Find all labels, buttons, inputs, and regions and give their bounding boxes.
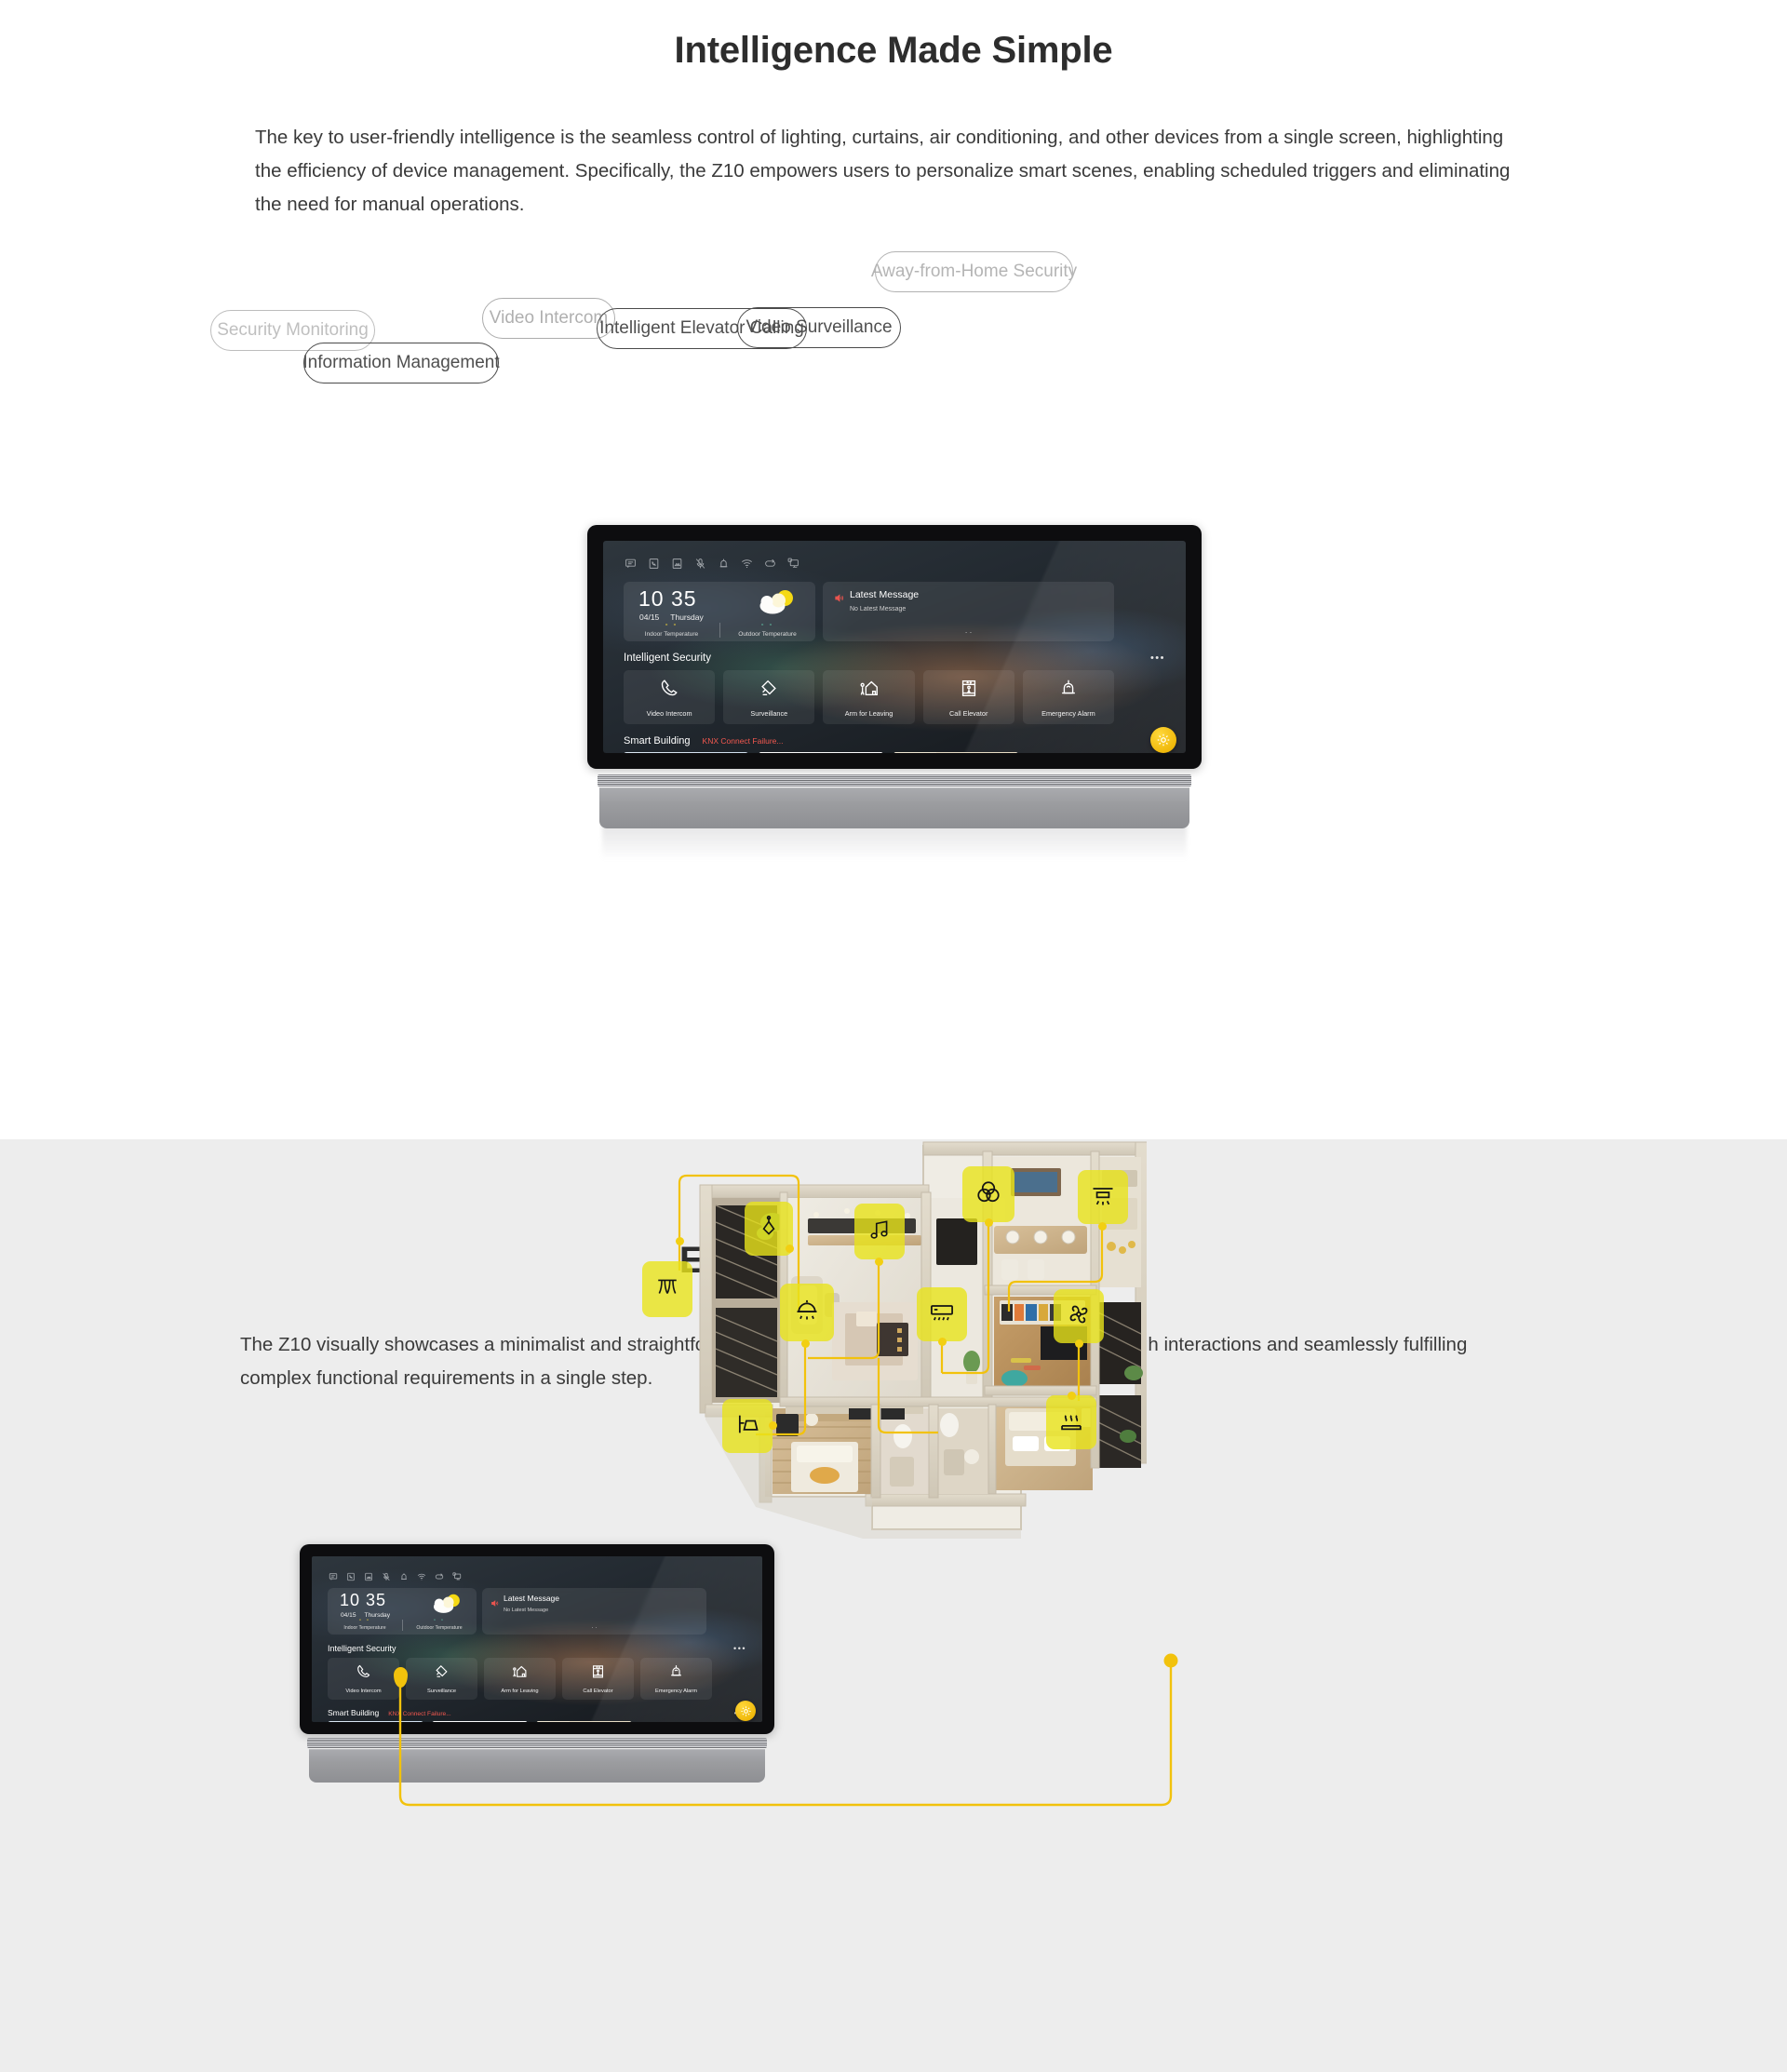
status-bar [625, 558, 799, 574]
house-person-icon [859, 678, 880, 703]
pill-label: Video Surveillance [746, 317, 893, 337]
marker-dot [786, 1245, 794, 1253]
gear-icon[interactable] [1150, 727, 1176, 753]
call-record-icon[interactable] [648, 558, 660, 574]
marker-air-conditioner[interactable] [917, 1287, 967, 1341]
marker-dot [769, 1421, 777, 1430]
pendant-lamp-icon [757, 1215, 781, 1244]
section-description: The key to user-friendly intelligence is… [255, 127, 1511, 215]
marker-fan[interactable] [1054, 1289, 1104, 1343]
latest-message-card[interactable]: Latest Message No Latest Message · · [823, 582, 1114, 641]
wifi-icon[interactable] [741, 558, 753, 574]
outdoor-temp-label: Outdoor Temperature [738, 631, 797, 638]
cctv-camera-icon [759, 678, 779, 703]
marker-dot [875, 1258, 883, 1266]
message-pager-dots[interactable]: · · [823, 628, 1114, 637]
clock-weather-card[interactable]: 10 35 04/15 Thursday - - Indoor Temperat… [624, 582, 815, 641]
marker-color-lights[interactable] [962, 1166, 1014, 1222]
pill-video-surveillance[interactable]: Video Surveillance [737, 307, 901, 348]
tile-label: Surveillance [750, 708, 788, 718]
music-note-icon [867, 1218, 892, 1246]
pill-label: Video Intercom [489, 308, 609, 328]
device-stand-base [599, 787, 1189, 828]
tile-emergency-alarm[interactable]: Emergency Alarm [1022, 670, 1115, 724]
pill-away-from-home-security[interactable]: Away-from-Home Security [871, 251, 1077, 292]
monitor-icon[interactable] [787, 558, 799, 574]
device-scene-card[interactable] [759, 752, 883, 753]
marker-dot [1075, 1339, 1083, 1348]
air-conditioner-icon [929, 1299, 955, 1330]
tile-call-elevator[interactable]: Call Elevator [922, 670, 1014, 724]
pill-security-monitoring[interactable]: Security Monitoring [210, 310, 375, 351]
tile-label: Call Elevator [949, 708, 988, 718]
scene-card-row [624, 752, 1018, 753]
clock-time: 10 35 [638, 586, 697, 611]
elevator-icon [959, 678, 979, 703]
pill-label: Security Monitoring [217, 320, 369, 340]
home-floorplan [625, 1129, 1147, 1557]
speaker-announce-icon [834, 591, 844, 608]
knx-alert-text: KNX Connect Failure... [702, 736, 784, 746]
pill-label: Information Management [302, 353, 500, 372]
fan-icon [1066, 1301, 1092, 1332]
indoor-temp-value: - - [665, 620, 679, 628]
latest-message-title: Latest Message [850, 589, 920, 600]
marker-dot [676, 1237, 684, 1245]
marker-dot [1098, 1222, 1107, 1231]
smart-building-heading: Smart Building [624, 735, 691, 747]
tile-video-intercom[interactable]: Video Intercom [624, 670, 716, 724]
color-lights-icon [974, 1178, 1002, 1211]
device-stand-strips [598, 774, 1191, 787]
security-more-button[interactable]: ••• [1150, 653, 1165, 664]
tile-label: Arm for Leaving [844, 708, 894, 718]
alarm-icon[interactable] [718, 558, 730, 574]
loop-icon[interactable] [764, 558, 776, 574]
pill-video-intercom[interactable]: Video Intercom [482, 298, 615, 339]
marker-dot [938, 1338, 947, 1346]
snapshot-record-icon[interactable] [671, 558, 683, 574]
marker-dot [801, 1339, 810, 1348]
floor-heating-icon [1058, 1407, 1084, 1438]
security-tile-row: Video Intercom Surveillance Arm for Leav… [624, 670, 1115, 724]
latest-message-subtitle: No Latest Message [850, 606, 907, 612]
outdoor-temp-value: - - [760, 620, 774, 628]
marker-curtain[interactable] [642, 1261, 692, 1317]
marker-wall-lamp[interactable] [722, 1399, 773, 1453]
marker-dot [985, 1218, 993, 1227]
ceiling-lamp-rays-icon [1090, 1182, 1116, 1213]
curtain-icon [655, 1275, 679, 1304]
wall-lamp-icon [734, 1411, 760, 1442]
section-intelligence-made-simple: Intelligence Made Simple The key to user… [0, 0, 1787, 1139]
feature-pill-cloud: Information Management Intelligent Eleva… [0, 251, 1787, 531]
indoor-temp-label: Indoor Temperature [644, 631, 699, 638]
section-easy-home-map-control: Easy Home-map Control The Z10 visually s… [0, 1139, 1787, 2072]
marker-ceiling-lamp[interactable] [1078, 1170, 1128, 1224]
message-icon[interactable] [625, 558, 637, 574]
marker-dot [1068, 1392, 1076, 1400]
floorplan-scene-card[interactable] [624, 752, 748, 753]
marker-floor-heating[interactable] [1046, 1395, 1096, 1449]
tile-label: Video Intercom [646, 708, 692, 718]
temp-divider [719, 623, 720, 638]
sun-behind-cloud-icon [758, 588, 797, 621]
tile-surveillance[interactable]: Surveillance [723, 670, 815, 724]
smart-building-header: Smart Building KNX Connect Failure... [624, 735, 783, 747]
marker-music[interactable] [854, 1204, 905, 1259]
device-screen: 10 35 04/15 Thursday - - Indoor Temperat… [603, 541, 1186, 753]
floorplan-render [699, 1141, 1147, 1539]
marker-ceiling-light[interactable] [780, 1284, 834, 1341]
alarm-bell-icon [1058, 678, 1079, 703]
page-title: Intelligence Made Simple [674, 30, 1113, 71]
mic-muted-icon[interactable] [694, 558, 706, 574]
headphones-scene-card[interactable] [894, 752, 1018, 753]
intelligent-security-heading: Intelligent Security [624, 653, 711, 664]
tile-label: Emergency Alarm [1041, 708, 1095, 718]
phone-handset-icon [659, 678, 679, 703]
tile-arm-for-leaving[interactable]: Arm for Leaving [823, 670, 915, 724]
pill-label: Away-from-Home Security [870, 262, 1078, 281]
landing-page: Intelligence Made Simple The key to user… [0, 0, 1787, 2072]
z10-device-large: 10 35 04/15 Thursday - - Indoor Temperat… [587, 525, 1202, 860]
ceiling-light-icon [794, 1298, 820, 1328]
